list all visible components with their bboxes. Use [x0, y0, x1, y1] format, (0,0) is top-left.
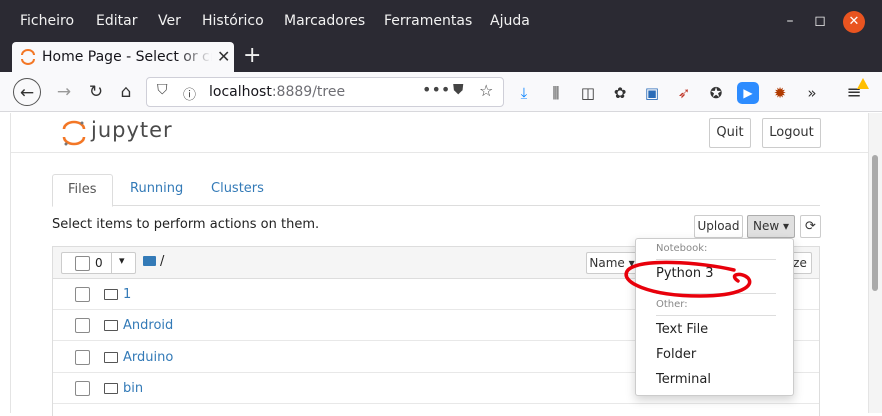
tab-clusters[interactable]: Clusters: [196, 174, 279, 206]
item-link[interactable]: bin: [123, 381, 143, 396]
upload-button[interactable]: Upload: [694, 215, 743, 238]
breadcrumb-path[interactable]: /: [160, 254, 164, 269]
reload-icon[interactable]: ↻: [82, 78, 110, 106]
tab-strip: Home Page - Select or create a notebook …: [0, 42, 882, 72]
item-checkbox[interactable]: [75, 350, 90, 365]
nav-bar: ← → ↻ ⌂ ⛉ ⓘ localhost:8889/tree ••• ⛊ ☆ …: [0, 72, 882, 112]
close-window-icon[interactable]: ✕: [843, 11, 865, 33]
pocket-icon[interactable]: ⛊: [453, 82, 464, 98]
selection-hint: Select items to perform actions on them.: [52, 217, 320, 232]
folder-icon: [104, 383, 118, 394]
scrollbar-thumb[interactable]: [872, 155, 878, 291]
new-button[interactable]: New ▾: [747, 215, 795, 238]
maximize-icon[interactable]: ◻: [811, 12, 829, 30]
forward-icon[interactable]: →: [50, 78, 78, 106]
menu-historico[interactable]: Histórico: [202, 13, 264, 29]
refresh-icon[interactable]: ⟳: [800, 215, 821, 238]
quit-button[interactable]: Quit: [709, 118, 751, 148]
item-link[interactable]: Arduino: [123, 350, 173, 365]
back-icon[interactable]: ←: [13, 78, 41, 106]
logout-button[interactable]: Logout: [762, 118, 821, 148]
url-text: localhost:8889/tree: [209, 84, 346, 100]
sidebar-icon[interactable]: ◫: [577, 82, 599, 104]
library-icon[interactable]: ⫼: [545, 82, 567, 104]
bookmark-star-icon[interactable]: ☆: [479, 81, 493, 100]
menu-ajuda[interactable]: Ajuda: [490, 13, 530, 29]
jupyter-header: jupyter Quit Logout: [11, 113, 868, 153]
home-icon[interactable]: ⌂: [112, 78, 140, 106]
menu-item-folder[interactable]: Folder: [656, 347, 696, 362]
menu-editar[interactable]: Editar: [96, 13, 137, 29]
shield-icon[interactable]: ⛉: [157, 82, 168, 98]
extension-cookie-icon[interactable]: ✪: [705, 82, 727, 104]
downloads-icon[interactable]: ⤓: [513, 82, 535, 104]
menu-ver[interactable]: Ver: [158, 13, 181, 29]
minimize-icon[interactable]: –: [781, 12, 799, 30]
divider: [656, 293, 776, 294]
tabs-row: Files Running Clusters: [52, 174, 820, 207]
jupyter-logo-icon: [62, 120, 86, 146]
extension-rocket-icon[interactable]: ➶: [673, 82, 695, 104]
page-scrollbar[interactable]: [869, 113, 882, 413]
caret-down-icon: ▾: [782, 219, 790, 233]
new-dropdown-menu: Notebook: Python 3 Other: Text File Fold…: [635, 238, 794, 396]
folder-icon: [104, 352, 118, 363]
extension-gear-icon[interactable]: ✹: [769, 82, 791, 104]
extension-video-icon[interactable]: ▶: [737, 82, 759, 104]
menu-ficheiro[interactable]: Ficheiro: [20, 13, 74, 29]
folder-icon: [104, 320, 118, 331]
tab-running[interactable]: Running: [115, 174, 198, 206]
folder-icon: [104, 289, 118, 300]
browser-tab[interactable]: Home Page - Select or create a notebook …: [12, 42, 234, 72]
extension-paw-icon[interactable]: ✿: [609, 82, 631, 104]
jupyter-page: jupyter Quit Logout Files Running Cluste…: [10, 113, 869, 416]
extension-screen-icon[interactable]: ▣: [641, 82, 663, 104]
jupyter-logo-text: jupyter: [91, 118, 173, 142]
menu-item-text-file[interactable]: Text File: [656, 322, 708, 337]
overflow-chevron-icon[interactable]: »: [801, 82, 823, 104]
item-checkbox[interactable]: [75, 381, 90, 396]
info-icon[interactable]: ⓘ: [183, 84, 196, 103]
url-bar[interactable]: ⛉ ⓘ localhost:8889/tree ••• ⛊ ☆: [146, 77, 504, 107]
tab-title: Home Page - Select or create a notebook: [42, 49, 212, 65]
menu-item-terminal[interactable]: Terminal: [656, 372, 711, 387]
folder-path-icon: [143, 256, 156, 266]
jupyter-favicon-icon: [21, 49, 35, 65]
select-dropdown-icon[interactable]: ▾: [119, 254, 125, 267]
selected-count: 0: [95, 256, 103, 270]
menu-marcadores[interactable]: Marcadores: [284, 13, 365, 29]
item-link[interactable]: Android: [123, 318, 173, 333]
other-header: Other:: [656, 299, 688, 310]
item-checkbox[interactable]: [75, 287, 90, 302]
select-all-checkbox[interactable]: [75, 256, 90, 271]
tab-files[interactable]: Files: [52, 174, 113, 207]
item-link[interactable]: 1: [123, 287, 131, 302]
tab-close-icon[interactable]: ✕: [217, 47, 230, 66]
sort-name-button[interactable]: Name ▾: [586, 252, 638, 274]
notebook-header: Notebook:: [656, 243, 708, 254]
item-checkbox[interactable]: [75, 318, 90, 333]
divider: [656, 259, 776, 260]
menu-bar: Ficheiro Editar Ver Histórico Marcadores…: [0, 0, 882, 42]
menu-item-python3[interactable]: Python 3: [656, 266, 713, 281]
menu-ferramentas[interactable]: Ferramentas: [384, 13, 472, 29]
divider: [656, 315, 776, 316]
new-tab-icon[interactable]: +: [243, 44, 261, 68]
page-actions-icon[interactable]: •••: [422, 80, 450, 99]
select-all-control: 0 ▾: [61, 252, 136, 274]
